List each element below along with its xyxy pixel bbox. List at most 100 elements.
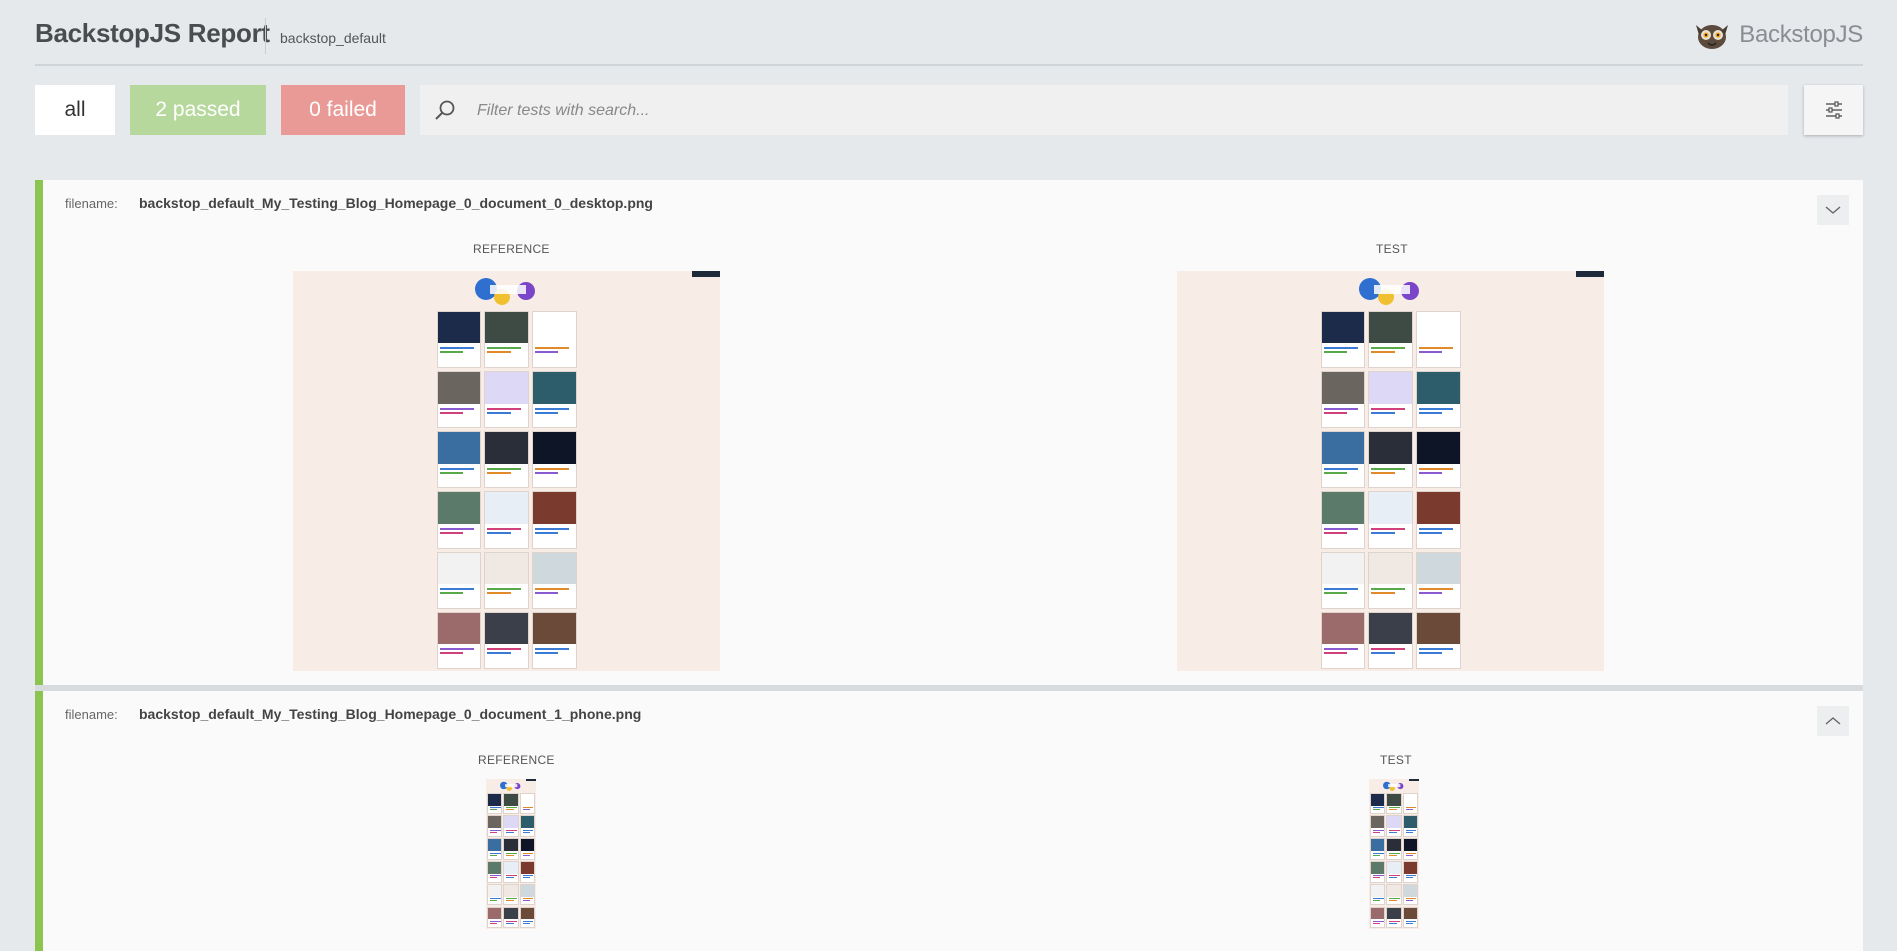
post-title-line (534, 351, 559, 354)
post-thumbnail (532, 552, 576, 585)
post-title-line (1323, 531, 1347, 534)
post-title-line (490, 900, 498, 902)
post-title-line (534, 407, 569, 410)
blog-post-tile (436, 551, 482, 609)
viewport-badge (692, 271, 720, 277)
post-title-line (1371, 648, 1406, 651)
blog-post-tile (487, 838, 503, 860)
post-thumbnail (437, 612, 481, 645)
post-title-line (1418, 411, 1443, 414)
post-title-line (1373, 809, 1381, 811)
post-thumbnail (1371, 884, 1385, 897)
blog-post-tile (531, 551, 577, 609)
blog-post-tile (1386, 860, 1402, 883)
post-thumbnail (437, 552, 481, 585)
post-thumbnail (520, 839, 534, 852)
blog-post-tile (1402, 906, 1418, 929)
test-image[interactable] (1177, 271, 1604, 671)
blog-post-grid (487, 792, 535, 929)
post-thumbnail (1416, 612, 1460, 645)
post-title-line (490, 920, 501, 922)
chevron-down-icon (1825, 206, 1841, 214)
post-title-line (487, 592, 511, 595)
blog-logo-icon (500, 781, 521, 791)
settings-button[interactable] (1804, 85, 1863, 135)
reference-image[interactable] (293, 271, 720, 671)
blog-post-tile (519, 838, 535, 860)
blog-post-tile (484, 311, 529, 369)
post-title-line (522, 877, 530, 879)
post-title-line (487, 351, 511, 354)
post-thumbnail (1371, 861, 1385, 874)
post-title-line (1405, 807, 1417, 809)
post-title-line (1405, 875, 1417, 877)
post-title-line (1373, 877, 1381, 879)
post-title-line (439, 652, 463, 655)
post-thumbnail (485, 492, 528, 524)
post-thumbnail (1387, 793, 1401, 806)
post-title-line (1389, 900, 1397, 902)
post-title-line (1371, 411, 1395, 414)
reference-image[interactable] (486, 779, 536, 929)
post-thumbnail (485, 432, 528, 464)
post-title-line (490, 854, 498, 856)
filename-value: backstop_default_My_Testing_Blog_Homepag… (139, 195, 653, 211)
filter-all-button[interactable]: all (35, 85, 115, 135)
post-thumbnail (437, 432, 481, 464)
post-title-line (1405, 854, 1413, 856)
post-thumbnail (1369, 552, 1412, 585)
post-title-line (490, 829, 501, 831)
post-title-line (487, 407, 522, 410)
post-title-line (522, 875, 534, 877)
post-title-line (1389, 809, 1397, 811)
post-thumbnail (1371, 816, 1385, 829)
filter-passed-button[interactable]: 2 passed (130, 85, 266, 135)
expand-toggle-button[interactable] (1817, 195, 1849, 225)
post-title-line (506, 831, 514, 833)
post-title-line (534, 411, 559, 414)
collapse-toggle-button[interactable] (1817, 706, 1849, 736)
viewport-badge (526, 779, 536, 782)
post-title-line (1389, 898, 1400, 900)
blog-post-tile (503, 883, 519, 906)
test-card: filename: backstop_default_My_Testing_Bl… (35, 691, 1863, 951)
blog-post-tile (503, 860, 519, 883)
blog-post-tile (487, 860, 503, 883)
viewport-badge (1409, 779, 1419, 782)
post-thumbnail (485, 552, 528, 585)
post-thumbnail (488, 907, 502, 920)
blog-post-tile (1368, 491, 1413, 549)
search-input[interactable] (475, 85, 1769, 137)
blog-post-tile (531, 611, 577, 669)
post-thumbnail (1371, 839, 1385, 852)
post-title-line (490, 852, 501, 854)
post-title-line (439, 467, 474, 470)
post-title-line (1389, 922, 1397, 924)
post-title-line (439, 592, 463, 595)
blog-post-tile (484, 371, 529, 429)
blog-post-tile (1386, 838, 1402, 860)
post-thumbnail (1369, 372, 1412, 404)
post-thumbnail (504, 793, 518, 806)
post-title-line (1323, 652, 1347, 655)
post-title-line (534, 527, 569, 530)
post-title-line (1418, 467, 1453, 470)
post-title-line (439, 347, 474, 350)
blog-post-tile (1402, 838, 1418, 860)
test-label: TEST (1376, 242, 1408, 256)
post-title-line (506, 900, 514, 902)
post-title-line (439, 527, 474, 530)
post-thumbnail (532, 492, 576, 524)
blog-logo-icon (1358, 278, 1419, 305)
post-thumbnail (437, 372, 481, 404)
post-title-line (490, 922, 498, 924)
test-image[interactable] (1369, 779, 1419, 929)
blog-post-tile (436, 491, 482, 549)
post-title-line (534, 592, 559, 595)
report-subtitle: backstop_default (280, 30, 386, 46)
blog-post-tile (484, 551, 529, 609)
filter-failed-button[interactable]: 0 failed (281, 85, 405, 135)
blog-post-tile (484, 431, 529, 489)
post-thumbnail (504, 839, 518, 852)
post-title-line (522, 829, 534, 831)
